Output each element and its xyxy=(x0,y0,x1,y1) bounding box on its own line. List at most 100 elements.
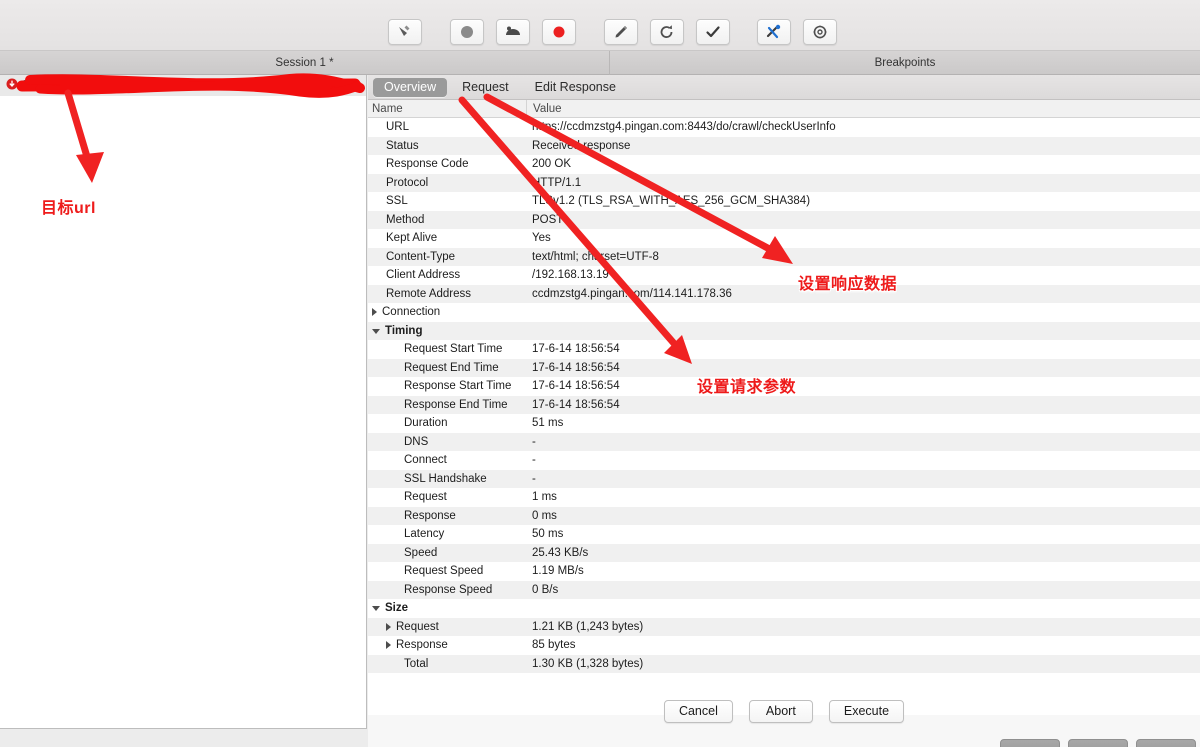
tab-breakpoints[interactable]: Breakpoints xyxy=(610,51,1200,75)
table-row[interactable]: Response End Time 17-6-14 18:56:54 xyxy=(368,395,1200,414)
table-cell-value: 17-6-14 18:56:54 xyxy=(532,380,620,393)
table-row[interactable]: Remote Address ccdmzstg4.pingan.com/114.1… xyxy=(368,284,1200,303)
column-header-value: Value xyxy=(526,99,1200,118)
table-row[interactable]: DNS - xyxy=(368,432,1200,451)
table-row[interactable]: Request Speed 1.19 MB/s xyxy=(368,562,1200,581)
table-cell-name: DNS xyxy=(368,436,526,448)
tools-icon[interactable] xyxy=(757,19,791,45)
table-cell-value: HTTP/1.1 xyxy=(532,176,582,189)
table-row[interactable]: Content-Type text/html; charset=UTF-8 xyxy=(368,247,1200,266)
record-stop-icon[interactable] xyxy=(450,19,484,45)
table-row[interactable]: Latency 50 ms xyxy=(368,525,1200,544)
table-row[interactable]: Response Start Time 17-6-14 18:56:54 xyxy=(368,377,1200,396)
repeat-icon[interactable] xyxy=(650,19,684,45)
table-row[interactable]: Client Address/192.168.13.19 xyxy=(368,266,1200,285)
detail-tab-request[interactable]: Request xyxy=(451,78,520,97)
table-row[interactable]: URL https://ccdmzstg4.pingan.com:8443/do/… xyxy=(368,118,1200,137)
cancel-button[interactable]: Cancel xyxy=(663,700,733,723)
table-row[interactable]: Response Code 200 OK xyxy=(368,155,1200,174)
chevron-right-icon[interactable] xyxy=(386,641,391,650)
table-row[interactable]: Response Speed 0 B/s xyxy=(368,580,1200,599)
list-item-url: https:// xyxy=(23,79,58,92)
table-header-row: Name Value xyxy=(368,99,1200,118)
table-cell-name-label: Request End Time xyxy=(404,361,499,374)
detail-tab-edit-response[interactable]: Edit Response xyxy=(524,78,627,97)
table-cell-name-label: Request Speed xyxy=(404,565,484,578)
table-cell-name-label: Kept Alive xyxy=(386,232,438,245)
table-row[interactable]: Size xyxy=(368,599,1200,618)
chevron-right-icon[interactable] xyxy=(372,308,377,317)
breakpoint-pen-icon[interactable] xyxy=(604,19,638,45)
table-cell-value: /192.168.13.19 xyxy=(532,269,609,282)
table-cell-name: URL xyxy=(368,121,526,133)
table-row[interactable]: Timing xyxy=(368,321,1200,340)
table-cell-name-label: Speed xyxy=(404,546,438,559)
charles-breakpoint-window: Session 1 * Breakpoints https:// checkUs… xyxy=(0,0,1200,747)
checkmark-icon[interactable] xyxy=(696,19,730,45)
table-row[interactable]: Duration 51 ms xyxy=(368,414,1200,433)
table-row[interactable]: Connect - xyxy=(368,451,1200,470)
table-cell-name-label: Duration xyxy=(404,417,448,430)
table-row[interactable]: Kept Alive Yes xyxy=(368,229,1200,248)
table-cell-value: Yes xyxy=(532,232,551,245)
table-cell-name-label: Response Start Time xyxy=(404,380,512,393)
table-cell-value: 1.30 KB (1,328 bytes) xyxy=(532,657,644,670)
table-cell-name-label: Response End Time xyxy=(404,398,508,411)
throttle-icon[interactable] xyxy=(496,19,530,45)
table-row[interactable]: Response 0 ms xyxy=(368,506,1200,525)
table-row[interactable]: Speed 25.43 KB/s xyxy=(368,543,1200,562)
table-row[interactable]: Request 1.21 KB (1,243 bytes) xyxy=(368,617,1200,636)
table-cell-value: 85 bytes xyxy=(532,639,576,652)
settings-gear-icon[interactable] xyxy=(803,19,837,45)
clear-icon[interactable] xyxy=(388,19,422,45)
table-cell-value: 17-6-14 18:56:54 xyxy=(532,343,620,356)
chevron-right-icon[interactable] xyxy=(386,622,391,631)
table-row[interactable]: Response 85 bytes xyxy=(368,636,1200,655)
background-button-3[interactable] xyxy=(1136,739,1196,747)
entry-list-empty-area xyxy=(0,96,366,716)
table-cell-name: Method xyxy=(368,214,526,226)
table-row[interactable]: Request 1 ms xyxy=(368,488,1200,507)
abort-button[interactable]: Abort xyxy=(748,700,813,723)
table-cell-name-label: Response Speed xyxy=(404,583,493,596)
table-row[interactable]: Connection xyxy=(368,303,1200,322)
chevron-down-icon[interactable] xyxy=(372,328,380,334)
table-cell-name-label: Method xyxy=(386,213,425,226)
table-cell-name: SSL xyxy=(368,195,526,207)
table-row[interactable]: Request Start Time 17-6-14 18:56:54 xyxy=(368,340,1200,359)
table-row[interactable]: Status Received response xyxy=(368,136,1200,155)
table-row[interactable]: SSL Handshake - xyxy=(368,469,1200,488)
table-cell-name: Size xyxy=(368,602,526,614)
table-cell-name-label: Remote Address xyxy=(386,287,472,300)
table-cell-value: 1.21 KB (1,243 bytes) xyxy=(532,620,644,633)
table-cell-name: Connect xyxy=(368,454,526,466)
table-cell-name: Duration xyxy=(368,417,526,429)
record-icon[interactable] xyxy=(542,19,576,45)
tab-session-1[interactable]: Session 1 * xyxy=(0,51,610,75)
table-row[interactable]: SSL TLSv1.2 (TLS_RSA_WITH_AES_256_GCM_SHA… xyxy=(368,192,1200,211)
table-row[interactable]: Request End Time 17-6-14 18:56:54 xyxy=(368,358,1200,377)
toolbar-group-capture xyxy=(450,19,576,45)
breakpoint-stop-icon xyxy=(6,78,18,93)
table-cell-value: 0 B/s xyxy=(532,583,559,596)
background-button-1[interactable] xyxy=(1000,739,1060,747)
table-cell-name: SSL Handshake xyxy=(368,473,526,485)
table-cell-name: Request Start Time xyxy=(368,343,526,355)
table-cell-value: 200 OK xyxy=(532,158,571,171)
execute-button[interactable]: Execute xyxy=(828,700,905,723)
list-item[interactable]: https:// checkUserInfo xyxy=(0,75,366,96)
table-row[interactable]: Method POST xyxy=(368,210,1200,229)
table-cell-name: Response End Time xyxy=(368,399,526,411)
table-cell-name-label: Protocol xyxy=(386,176,429,189)
table-cell-name: Request xyxy=(368,491,526,503)
table-row[interactable]: Total 1.30 KB (1,328 bytes) xyxy=(368,654,1200,673)
chevron-down-icon[interactable] xyxy=(372,606,380,612)
table-row[interactable]: Protocol HTTP/1.1 xyxy=(368,173,1200,192)
background-button-2[interactable] xyxy=(1068,739,1128,747)
detail-tab-overview[interactable]: Overview xyxy=(373,77,448,97)
table-cell-name-label: Status xyxy=(386,139,419,152)
table-cell-name: Request xyxy=(368,621,526,633)
table-cell-value: 50 ms xyxy=(532,528,564,541)
overview-table: URL https://ccdmzstg4.pingan.com:8443/do/… xyxy=(368,118,1200,673)
table-cell-name-label: Size xyxy=(385,602,409,615)
